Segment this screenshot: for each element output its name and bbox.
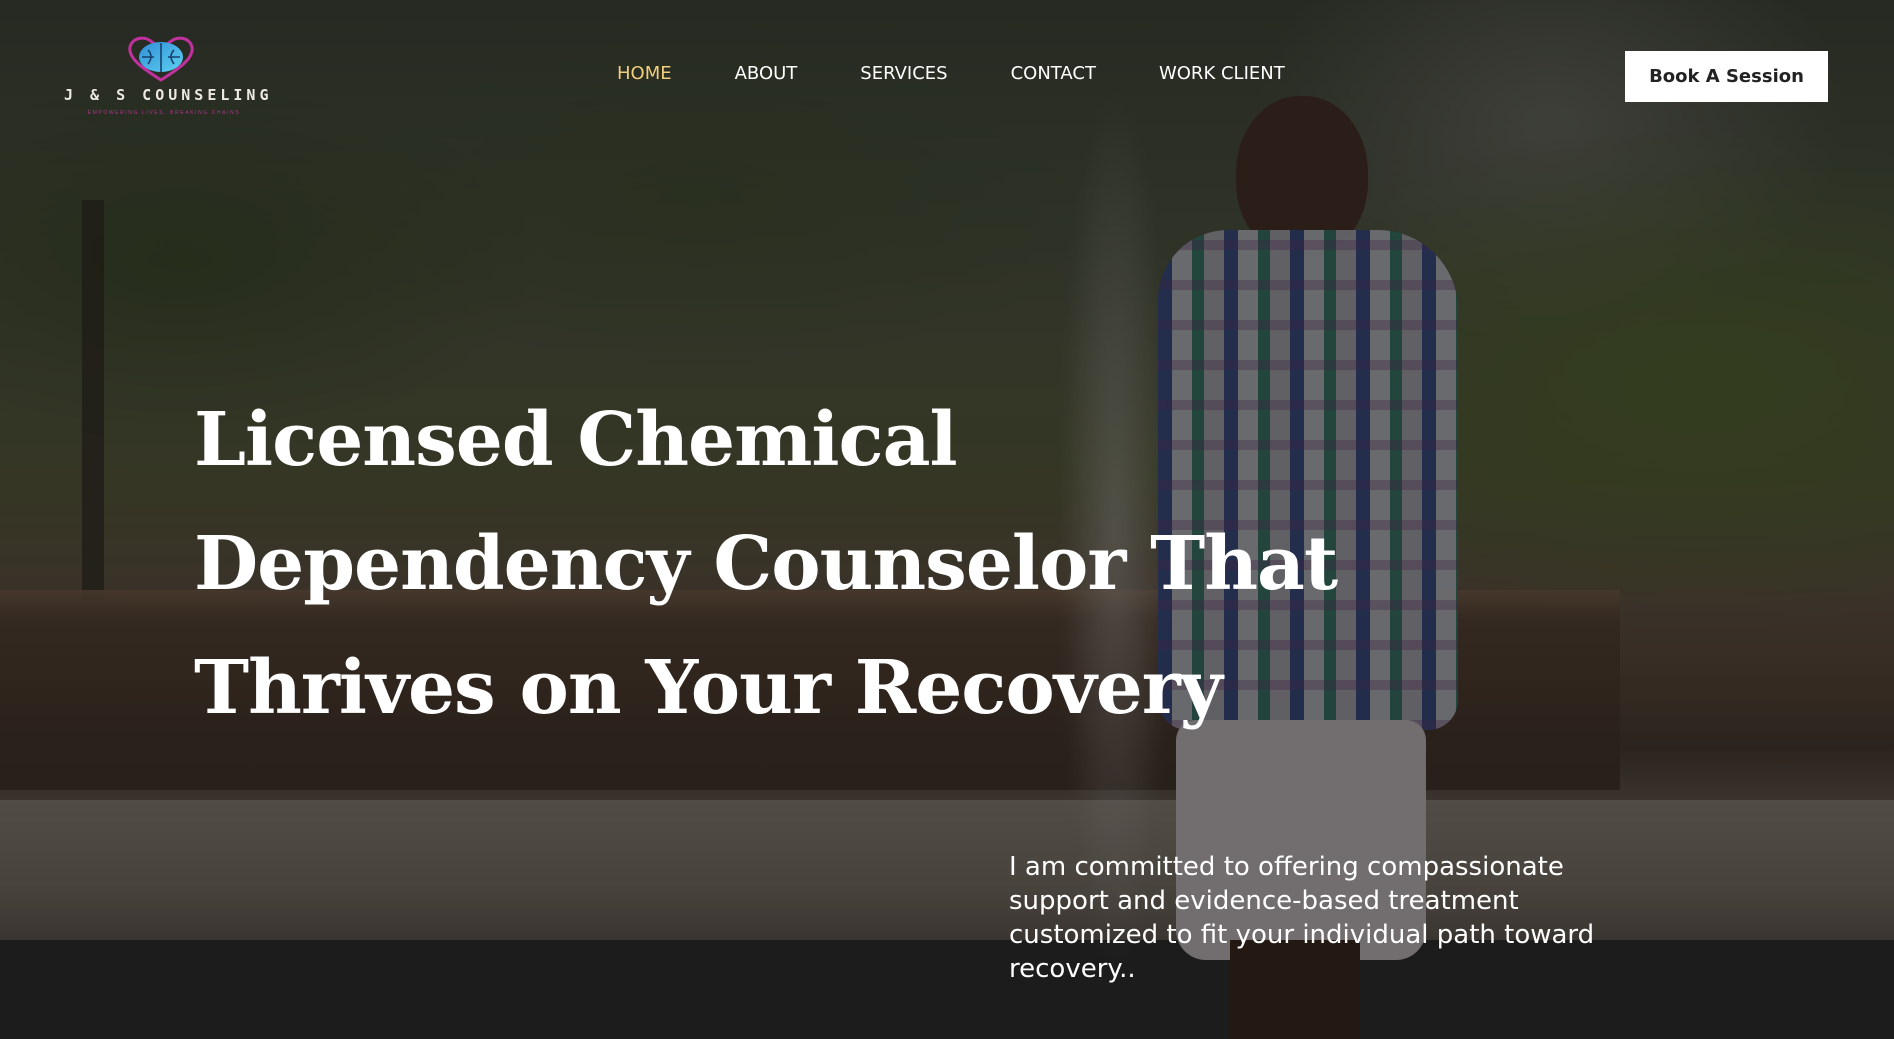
- nav-item-contact[interactable]: CONTACT: [1011, 63, 1096, 84]
- nav-item-about[interactable]: ABOUT: [735, 63, 798, 84]
- nav-item-services[interactable]: SERVICES: [860, 63, 947, 84]
- hero-headline: Licensed Chemical Dependency Counselor T…: [194, 397, 1338, 731]
- main-navigation: HOME ABOUT SERVICES CONTACT WORK CLIENT: [617, 63, 1285, 84]
- logo-tagline: EMPOWERING LIVES, BREAKING CHAINS: [87, 110, 241, 116]
- logo-wordmark: J & S COUNSELING: [64, 86, 273, 104]
- brain-heart-icon: [126, 36, 196, 82]
- hero-subtext: I am committed to offering compassionate…: [1009, 852, 1595, 984]
- hero-section: J & S COUNSELING EMPOWERING LIVES, BREAK…: [0, 0, 1894, 1039]
- nav-item-work-client[interactable]: WORK CLIENT: [1159, 63, 1285, 84]
- nav-item-home[interactable]: HOME: [617, 63, 672, 84]
- site-logo[interactable]: J & S COUNSELING EMPOWERING LIVES, BREAK…: [64, 30, 273, 122]
- book-session-button[interactable]: Book A Session: [1625, 51, 1828, 102]
